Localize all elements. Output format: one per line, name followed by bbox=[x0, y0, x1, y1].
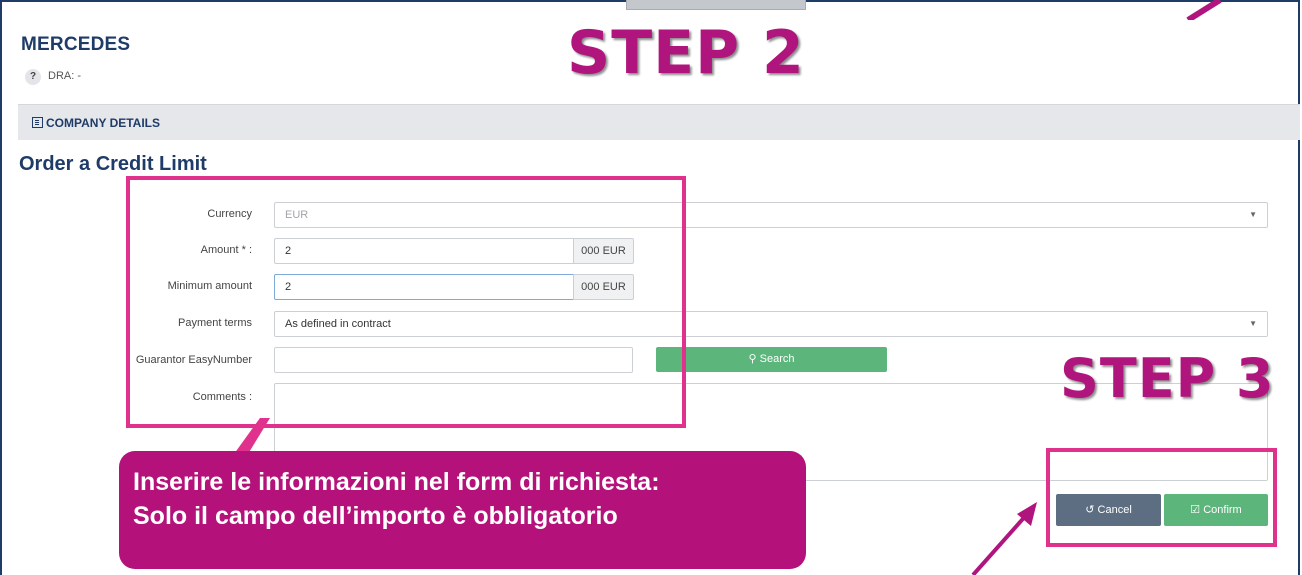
dra-label: DRA: - bbox=[48, 70, 81, 82]
form-highlight-box bbox=[126, 176, 686, 428]
instruction-callout: Inserire le informazioni nel form di ric… bbox=[119, 451, 806, 569]
step3-label: STEP 3 bbox=[1060, 347, 1275, 410]
building-icon bbox=[32, 117, 43, 128]
company-details-label: COMPANY DETAILS bbox=[46, 116, 161, 130]
search-button[interactable]: ⚲ Search bbox=[656, 347, 887, 372]
company-name: MERCEDES bbox=[21, 34, 131, 55]
buttons-highlight-box bbox=[1046, 448, 1277, 547]
callout-line-2: Solo il campo dell’importo è obbligatori… bbox=[133, 502, 618, 530]
search-button-label: Search bbox=[759, 353, 795, 365]
search-icon: ⚲ bbox=[748, 353, 757, 365]
chevron-down-icon: ▼ bbox=[1249, 319, 1257, 328]
chevron-down-icon: ▼ bbox=[1249, 210, 1257, 219]
form-title: Order a Credit Limit bbox=[19, 153, 207, 175]
step2-label: STEP 2 bbox=[567, 18, 805, 88]
pointer-arrow-top-icon bbox=[1186, 0, 1222, 20]
callout-line-1: Inserire le informazioni nel form di ric… bbox=[133, 468, 660, 496]
top-tab-fragment bbox=[626, 0, 806, 10]
help-icon[interactable]: ? bbox=[25, 69, 41, 85]
company-details-bar[interactable]: COMPANY DETAILS bbox=[18, 104, 1300, 140]
pointer-arrow-icon bbox=[971, 502, 1037, 575]
